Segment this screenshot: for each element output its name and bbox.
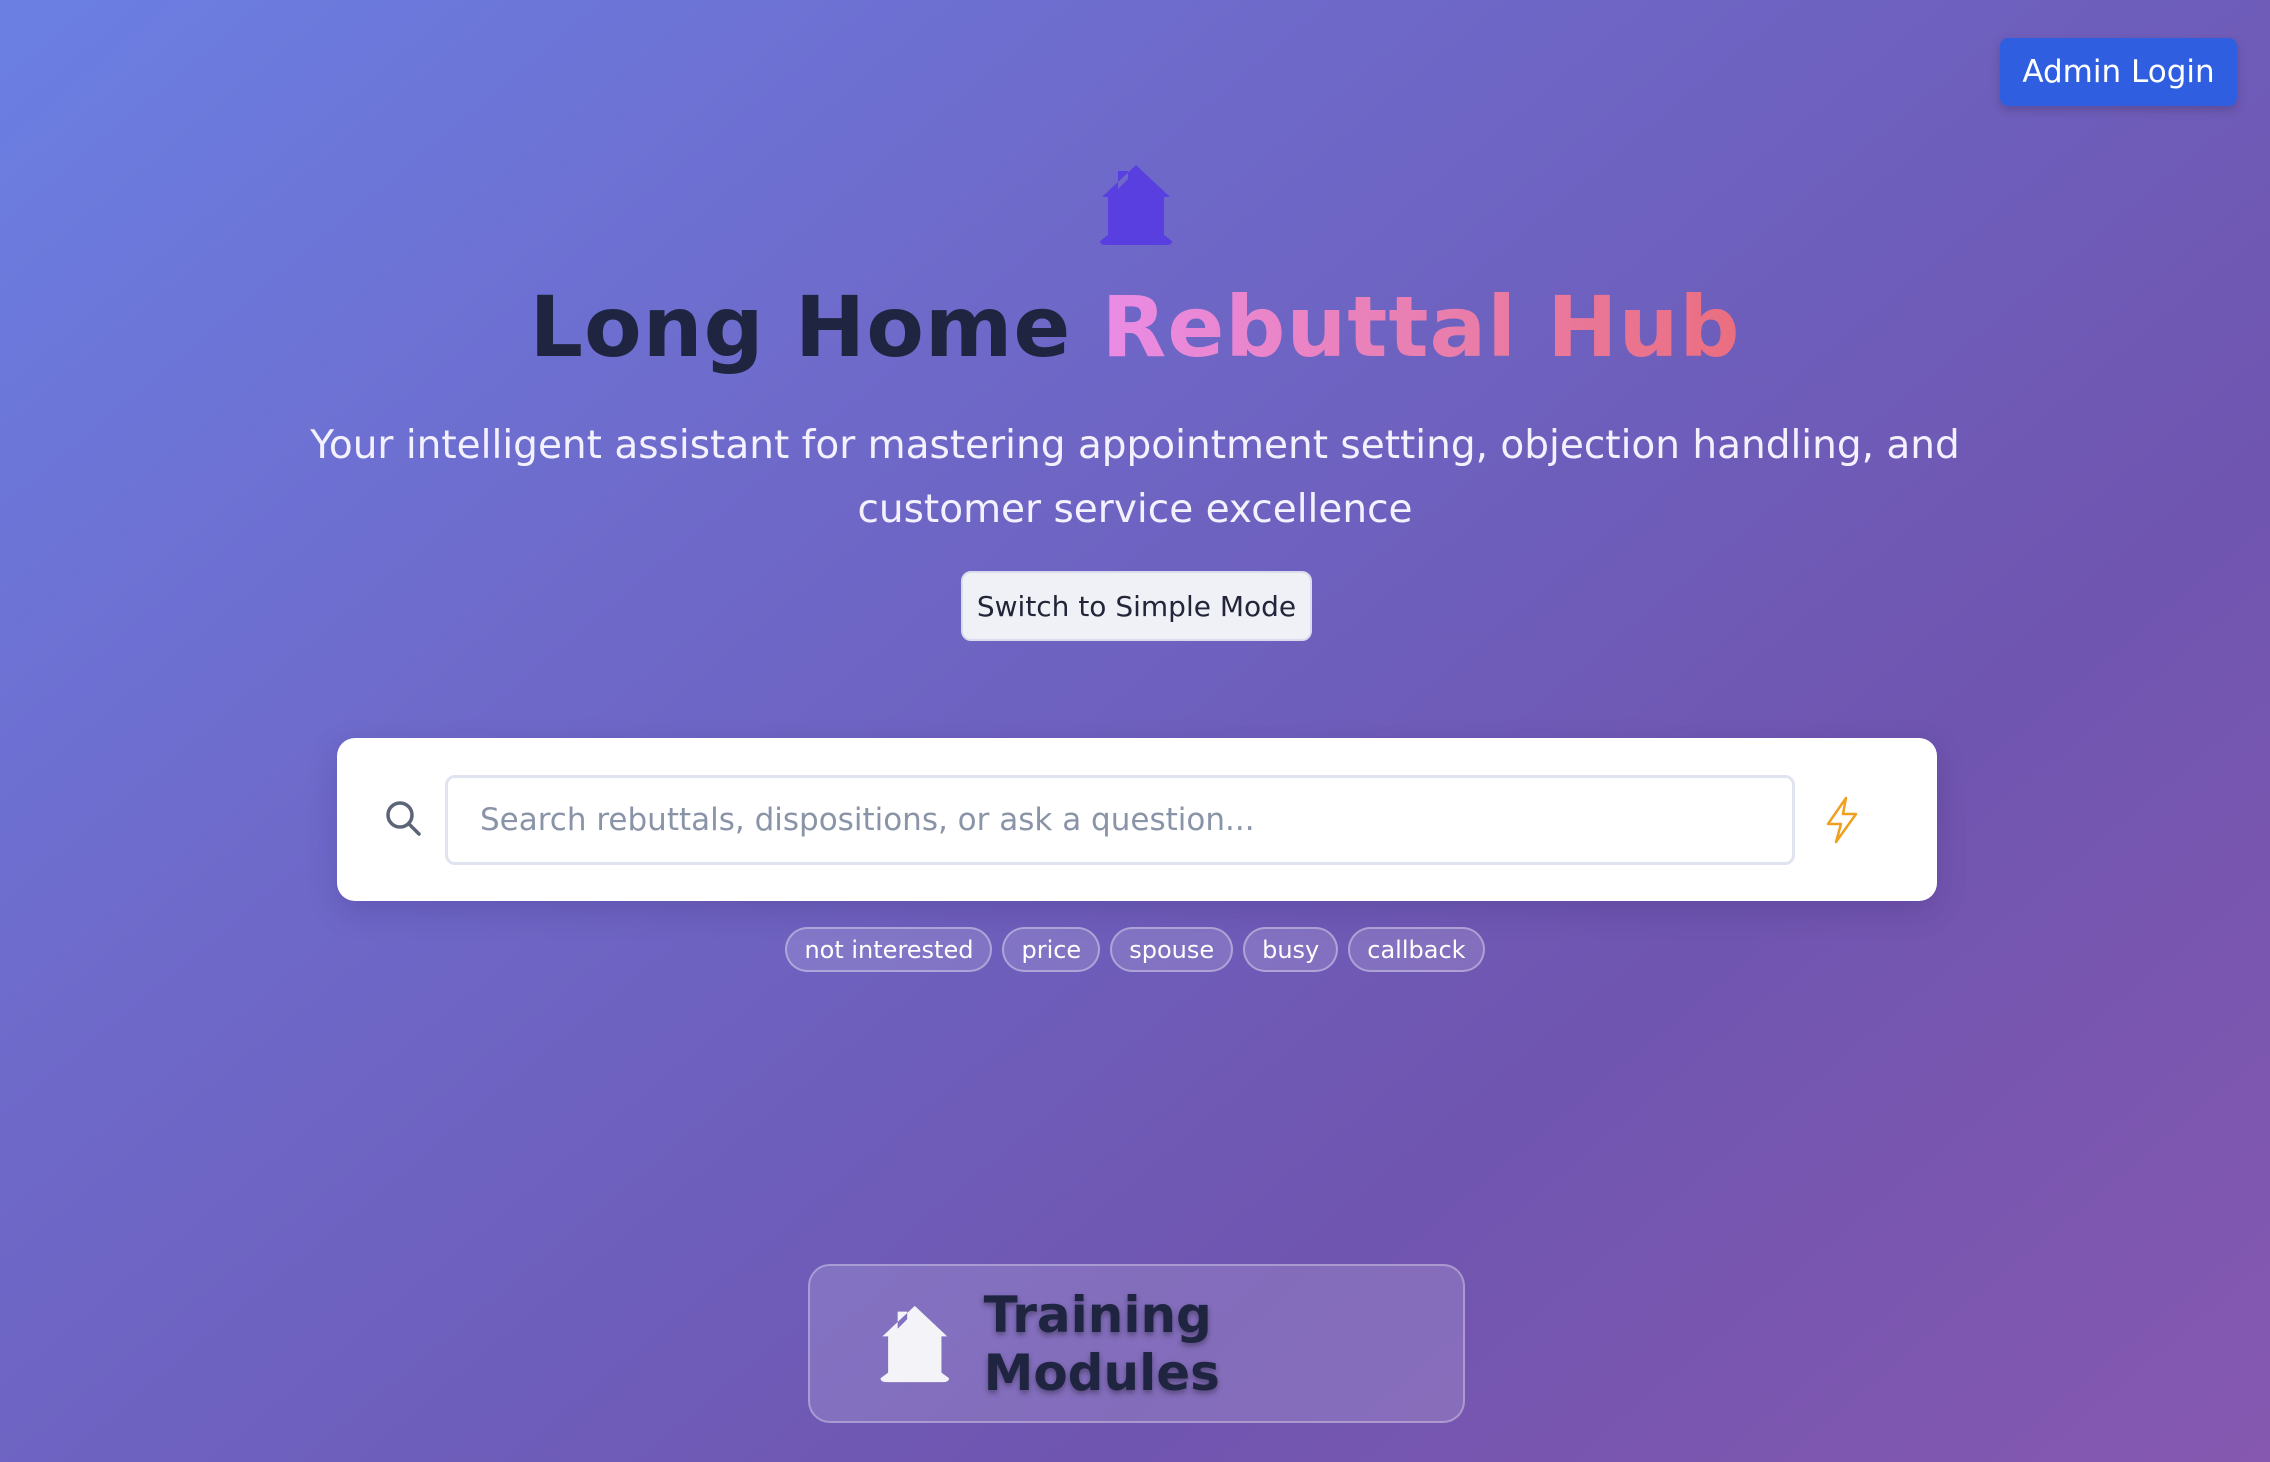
house-icon [1100,165,1172,245]
suggestion-chip[interactable]: price [1002,927,1101,972]
search-icon [386,801,421,836]
search-input[interactable] [445,775,1795,865]
training-modules-card[interactable]: Training Modules [808,1264,1465,1423]
switch-simple-mode-button[interactable]: Switch to Simple Mode [961,571,1312,641]
house-icon [880,1305,950,1382]
suggestion-chip[interactable]: spouse [1110,927,1234,972]
suggestion-chip[interactable]: busy [1243,927,1339,972]
suggestion-chips: not interested price spouse busy callbac… [0,927,2270,972]
page-subtitle: Your intelligent assistant for mastering… [310,423,1960,532]
admin-login-button[interactable]: Admin Login [2000,38,2237,106]
suggestion-chip[interactable]: not interested [785,927,993,972]
training-modules-label: Training Modules [983,1285,1220,1402]
title-main: Long Home [529,278,1072,376]
suggestion-chip[interactable]: callback [1348,927,1485,972]
page-title: Long Home Rebuttal Hub [0,278,2270,376]
lightning-icon[interactable] [1822,796,1862,844]
search-card [337,738,1937,901]
title-accent: Rebuttal Hub [1101,278,1741,376]
